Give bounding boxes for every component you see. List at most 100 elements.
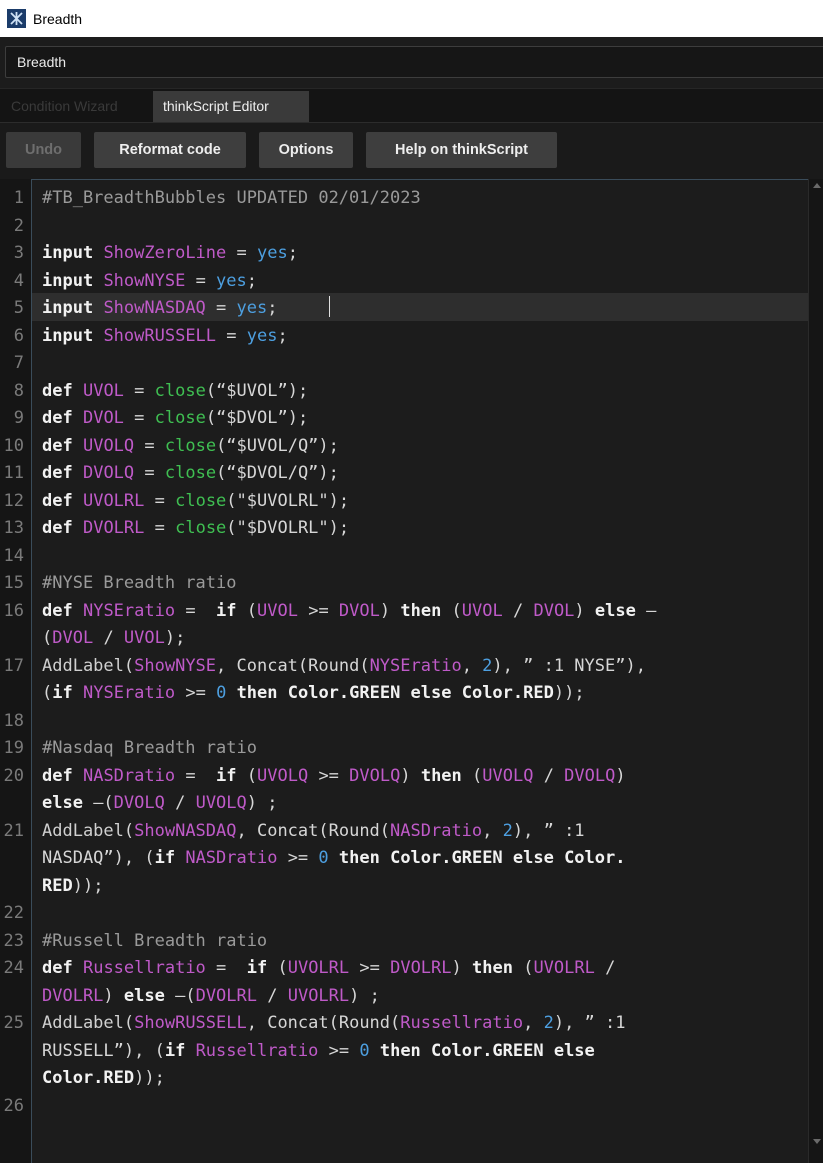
code-token: =	[123, 380, 155, 401]
undo-button[interactable]: Undo	[6, 132, 81, 168]
code-token: –(	[82, 793, 114, 813]
code-token: RUSSELL”), (	[42, 1040, 165, 1061]
reformat-code-button[interactable]: Reformat code	[94, 132, 246, 168]
code-line: #Nasdaq Breadth ratio	[42, 735, 257, 763]
text-cursor	[329, 296, 330, 317]
code-token: then	[420, 765, 462, 786]
code-token: UVOL	[257, 600, 298, 621]
code-token: ;	[246, 270, 258, 291]
code-token: if	[246, 958, 268, 978]
code-token: ,	[482, 820, 503, 841]
code-token: 2	[482, 655, 493, 676]
code-token: UVOLQ	[195, 793, 247, 813]
code-token: close	[175, 490, 227, 511]
options-button[interactable]: Options	[259, 132, 353, 168]
code-token: >=	[277, 848, 319, 868]
line-number: 13	[3, 518, 24, 538]
line-number: 26	[3, 1095, 24, 1116]
code-token: close	[154, 380, 206, 401]
code-token: (	[123, 655, 135, 676]
code-token: then Color.GREEN else Color.RED	[236, 683, 554, 703]
line-number: 15	[3, 573, 24, 593]
code-token: close	[164, 435, 217, 456]
tab-thinkscript-editor[interactable]: thinkScript Editor	[153, 91, 309, 122]
editor-toolbar: Undo Reformat code Options Help on think…	[0, 123, 823, 179]
code-token: def	[42, 518, 73, 538]
code-token: UVOLRL	[287, 958, 350, 978]
code-token: , Concat(Round(	[216, 655, 370, 676]
code-token: (“$DVOL”);	[205, 408, 309, 428]
code-token: UVOLQ	[82, 435, 135, 456]
code-token: =	[205, 298, 237, 318]
code-line: (DVOL / UVOL);	[42, 625, 185, 653]
code-token: def	[42, 490, 73, 511]
code-token: UVOLRL	[533, 958, 595, 978]
code-token: input	[42, 325, 94, 346]
code-token: else	[42, 793, 83, 813]
code-line: NASDAQ”), (if NASDratio >= 0 then Color.…	[42, 845, 625, 873]
help-on-thinkscript-button[interactable]: Help on thinkScript	[366, 132, 557, 168]
vertical-scrollbar[interactable]	[808, 179, 823, 1163]
code-token: (	[236, 765, 258, 786]
line-number: 2	[13, 215, 24, 236]
code-token: (“$UVOL/Q”);	[216, 435, 339, 456]
code-token: NASDratio	[82, 765, 176, 786]
code-token: DVOLRL	[390, 958, 452, 978]
scroll-up-arrow-icon[interactable]	[813, 183, 821, 188]
code-token: ), ” :1	[512, 820, 585, 841]
code-token: ));	[134, 1068, 165, 1088]
code-token: ("$UVOLRL");	[226, 490, 350, 511]
code-token: ));	[553, 683, 585, 703]
study-name-input[interactable]	[5, 46, 823, 78]
line-number: 7	[13, 353, 24, 373]
code-token: >=	[308, 765, 350, 786]
app-icon	[7, 9, 26, 28]
code-token: then	[472, 958, 513, 978]
tab-condition-wizard[interactable]: Condition Wizard	[1, 91, 128, 122]
scroll-down-arrow-icon[interactable]	[813, 1139, 821, 1144]
code-token: else	[123, 985, 165, 1006]
code-token: def	[42, 958, 73, 978]
code-token: /	[93, 628, 124, 648]
code-token: yes	[256, 243, 288, 263]
code-editor: 1 2 3 4 5 6 7 8 9 10 11 12 13 14 15 16 17 18 19 20 21 22 23 24 2…	[0, 179, 823, 1163]
code-token: if	[52, 683, 73, 703]
code-token: def	[42, 380, 73, 401]
code-token: 2	[502, 820, 513, 841]
code-line: def DVOLRL = close("$DVOLRL");	[42, 515, 349, 543]
line-number: 12	[3, 490, 24, 511]
code-token: AddLabel	[42, 655, 124, 676]
code-token: UVOL	[461, 600, 503, 621]
code-token: ));	[72, 875, 104, 896]
code-token: if	[164, 1040, 186, 1061]
code-token: (	[441, 600, 462, 621]
code-token: DVOLQ	[82, 463, 135, 483]
code-token: )	[379, 600, 401, 621]
code-token: 0	[216, 683, 227, 703]
code-token: if	[154, 848, 176, 868]
code-token: ) ;	[349, 985, 380, 1006]
code-token: #NYSE Breadth ratio	[42, 573, 237, 593]
code-line: AddLabel(ShowRUSSELL, Concat(Round(Russe…	[42, 1010, 625, 1038]
code-line: AddLabel(ShowNASDAQ, Concat(Round(NASDra…	[42, 818, 585, 846]
code-token: –	[635, 600, 657, 621]
code-line: def DVOLQ = close(“$DVOL/Q”);	[42, 460, 339, 488]
editor-tabs: Condition Wizard thinkScript Editor	[0, 88, 823, 123]
code-token: UVOLQ	[257, 765, 309, 786]
code-line: def UVOLQ = close(“$UVOL/Q”);	[42, 433, 339, 461]
code-token: ShowNYSE	[134, 655, 217, 676]
code-token: ShowRUSSELL	[103, 325, 217, 346]
code-token: ShowZeroLine	[103, 243, 227, 263]
code-token: )	[400, 765, 421, 786]
code-token: =	[144, 518, 176, 538]
code-token: ), ” :1 NYSE”),	[492, 655, 646, 676]
code-token: ShowNASDAQ	[103, 298, 206, 318]
